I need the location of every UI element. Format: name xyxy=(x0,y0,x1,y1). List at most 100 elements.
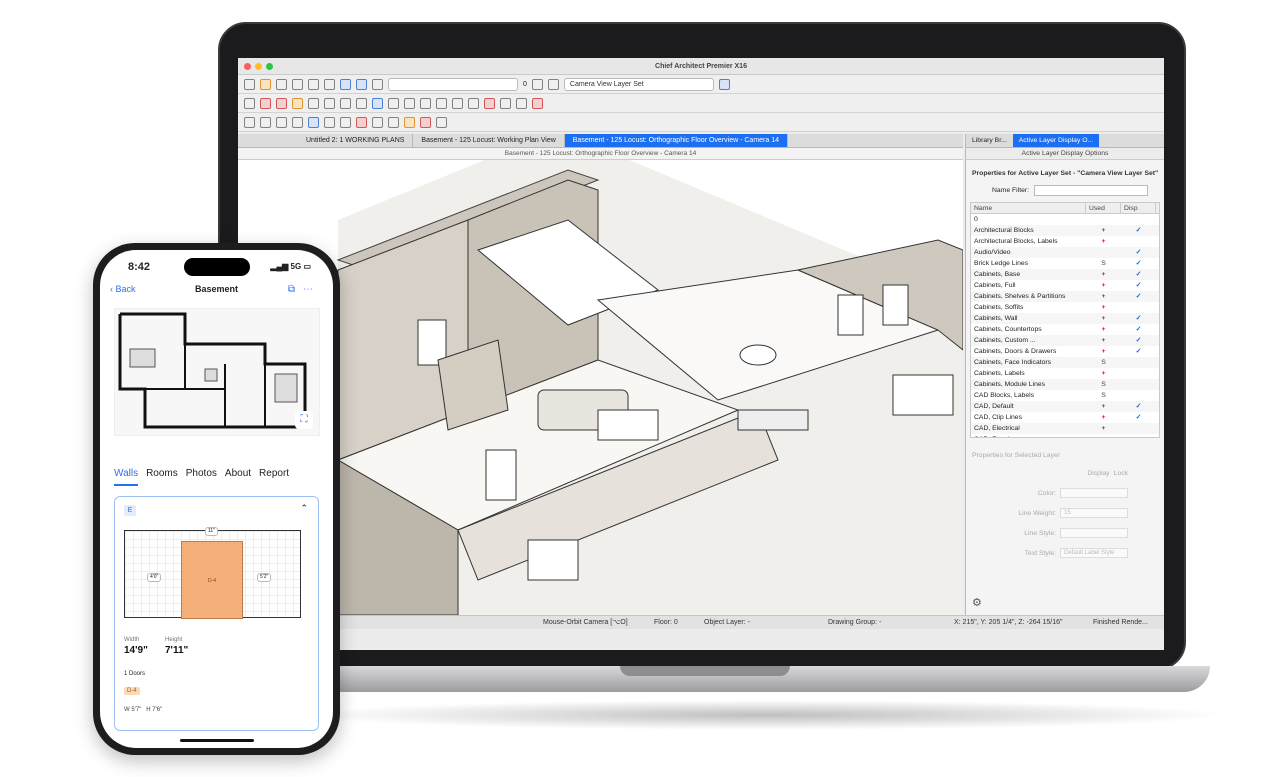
layout-icon[interactable] xyxy=(356,78,367,90)
rotate-icon[interactable] xyxy=(388,116,399,128)
tab-library-browser[interactable]: Library Br... xyxy=(966,134,1013,147)
more-icon[interactable]: ⋯ xyxy=(303,284,321,295)
layer-display-check[interactable]: ✓ xyxy=(1121,269,1156,280)
render-icon[interactable] xyxy=(516,97,527,109)
fixture-tool-icon[interactable] xyxy=(404,97,415,109)
layer-row[interactable]: Cabinets, Labels + xyxy=(971,368,1159,379)
x-icon[interactable] xyxy=(420,116,431,128)
layer-row[interactable]: Cabinets, Custom ... + ✓ xyxy=(971,335,1159,346)
paint-icon[interactable] xyxy=(404,116,415,128)
layer-display-check[interactable]: ✓ xyxy=(1121,225,1156,236)
layer-row[interactable]: Cabinets, Doors & Drawers + ✓ xyxy=(971,346,1159,357)
lock-checkbox[interactable]: Lock xyxy=(1114,470,1128,477)
tab-rooms[interactable]: Rooms xyxy=(146,468,178,486)
snap-icon[interactable] xyxy=(436,116,447,128)
name-filter-input[interactable] xyxy=(1034,185,1149,196)
fill-window-icon[interactable] xyxy=(276,116,287,128)
layer-display-check[interactable]: ✓ xyxy=(1121,247,1156,258)
col-used[interactable]: Used xyxy=(1086,203,1121,213)
library-icon[interactable] xyxy=(420,97,431,109)
layer-row[interactable]: Audio/Video ✓ xyxy=(971,247,1159,258)
camera-tool-icon[interactable] xyxy=(500,97,511,109)
col-name[interactable]: Name xyxy=(971,203,1086,213)
print-icon[interactable] xyxy=(292,78,303,90)
select-icon[interactable] xyxy=(244,97,255,109)
zoom-in-icon[interactable] xyxy=(244,116,255,128)
tab-working-plan-view[interactable]: Basement - 125 Locust: Working Plan View xyxy=(413,134,565,147)
layer-row[interactable]: CAD, Default + ✓ xyxy=(971,401,1159,412)
layer-row[interactable]: CAD Blocks, Labels S xyxy=(971,390,1159,401)
layer-display-check[interactable] xyxy=(1121,379,1156,390)
layer-display-check[interactable]: ✓ xyxy=(1121,412,1156,423)
tab-photos[interactable]: Photos xyxy=(186,468,217,486)
layer-display-check[interactable] xyxy=(1121,390,1156,401)
edit-icon[interactable]: ⧉ xyxy=(288,284,303,295)
layer-display-check[interactable]: ✓ xyxy=(1121,291,1156,302)
door-d4[interactable]: D-4 xyxy=(181,541,243,619)
open-folder-icon[interactable] xyxy=(260,78,271,90)
undo-icon[interactable] xyxy=(308,78,319,90)
tab-about[interactable]: About xyxy=(225,468,251,486)
layer-display-check[interactable]: ✓ xyxy=(1121,258,1156,269)
layer-display-check[interactable]: ✓ xyxy=(1121,346,1156,357)
window-tool-icon[interactable] xyxy=(324,97,335,109)
layer-row[interactable]: Cabinets, Base + ✓ xyxy=(971,269,1159,280)
wall-tool-icon[interactable] xyxy=(260,97,271,109)
help-icon[interactable] xyxy=(372,78,383,90)
new-icon[interactable] xyxy=(244,78,255,90)
line-weight-input[interactable]: 15 xyxy=(1060,508,1128,518)
text-style-select[interactable]: Default Label Style xyxy=(1060,548,1128,558)
layer-row[interactable]: CAD, Electrical + xyxy=(971,423,1159,434)
tab-walls[interactable]: Walls xyxy=(114,468,139,486)
framing-tool-icon[interactable] xyxy=(372,97,383,109)
layer-row[interactable]: Brick Ledge Lines S ✓ xyxy=(971,258,1159,269)
roof-tool-icon[interactable] xyxy=(356,97,367,109)
layer-display-check[interactable] xyxy=(1121,302,1156,313)
layer-display-check[interactable] xyxy=(1121,423,1156,434)
gear-icon[interactable]: ⚙ xyxy=(972,596,982,609)
layer-row[interactable]: Cabinets, Shelves & Partitions + ✓ xyxy=(971,291,1159,302)
text-tool-icon[interactable] xyxy=(436,97,447,109)
tab-camera-14[interactable]: Basement - 125 Locust: Orthographic Floo… xyxy=(564,134,788,147)
layer-display-check[interactable] xyxy=(1121,357,1156,368)
col-disp[interactable]: Disp xyxy=(1121,203,1156,213)
expand-icon[interactable]: ⛶ xyxy=(295,411,313,429)
layer-row[interactable]: Cabinets, Module Lines S xyxy=(971,379,1159,390)
move-icon[interactable] xyxy=(372,116,383,128)
cad-tool-icon[interactable] xyxy=(468,97,479,109)
redo-icon[interactable] xyxy=(324,78,335,90)
layer-row[interactable]: Architectural Blocks, Labels + xyxy=(971,236,1159,247)
layer-display-check[interactable]: ✓ xyxy=(1121,324,1156,335)
layer-display-check[interactable]: ✓ xyxy=(1121,280,1156,291)
tab-report[interactable]: Report xyxy=(259,468,289,486)
layer-row[interactable]: Cabinets, Face Indicators S xyxy=(971,357,1159,368)
layer-row[interactable]: CAD, Clip Lines + ✓ xyxy=(971,412,1159,423)
cabinet-tool-icon[interactable] xyxy=(292,97,303,109)
floor-up-icon[interactable] xyxy=(324,116,335,128)
layer-row[interactable]: Architectural Blocks + ✓ xyxy=(971,225,1159,236)
delete-icon[interactable] xyxy=(356,116,367,128)
orbit-icon[interactable] xyxy=(547,78,559,90)
line-style-select[interactable] xyxy=(1060,528,1128,538)
color-swatch[interactable] xyxy=(1060,488,1128,498)
zoom-out-icon[interactable] xyxy=(260,116,271,128)
layer-row[interactable]: Cabinets, Countertops + ✓ xyxy=(971,324,1159,335)
door-tool-icon[interactable] xyxy=(308,97,319,109)
layer-display-check[interactable]: ✓ xyxy=(1121,401,1156,412)
minimize-window-button[interactable] xyxy=(255,63,262,70)
save-icon[interactable] xyxy=(276,78,287,90)
layer-row[interactable]: 0 xyxy=(971,214,1159,225)
display-checkbox[interactable]: Display xyxy=(1087,470,1109,477)
layer-display-check[interactable] xyxy=(1121,236,1156,247)
close-window-button[interactable] xyxy=(244,63,251,70)
chevron-up-icon[interactable]: ⌃ xyxy=(300,503,308,514)
terrain-tool-icon[interactable] xyxy=(388,97,399,109)
zoom-window-button[interactable] xyxy=(266,63,273,70)
room-tool-icon[interactable] xyxy=(276,97,287,109)
tab-active-layer-display[interactable]: Active Layer Display O... xyxy=(1012,134,1100,147)
layer-display-check[interactable] xyxy=(1121,214,1156,225)
layer-set-combo[interactable]: Camera View Layer Set xyxy=(563,77,714,91)
layer-row[interactable]: Cabinets, Soffits + xyxy=(971,302,1159,313)
door-chip[interactable]: D-4 xyxy=(124,687,140,695)
stair-tool-icon[interactable] xyxy=(340,97,351,109)
